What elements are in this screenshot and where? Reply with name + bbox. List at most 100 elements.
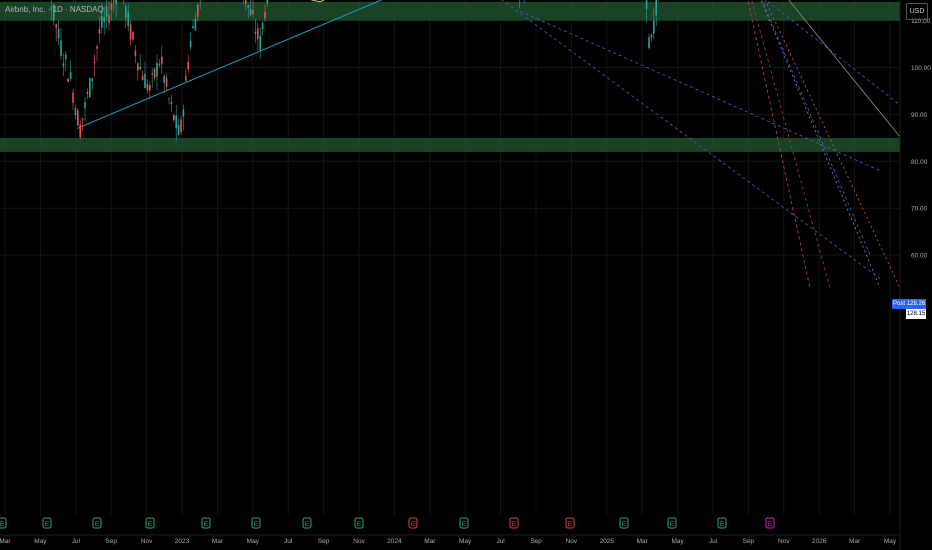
candle-body: [185, 76, 187, 81]
candle-body: [264, 11, 266, 19]
candle-body: [180, 119, 182, 133]
earnings-label: E: [95, 521, 100, 528]
earnings-label: E: [45, 521, 50, 528]
earnings-marker: E: [251, 517, 261, 529]
earnings-label: E: [512, 521, 517, 528]
x-tick-label: May: [459, 538, 472, 545]
earnings-marker: E: [92, 517, 102, 529]
y-tick-label: 70.00: [911, 206, 928, 213]
x-tick-label: Jul: [496, 538, 505, 545]
earnings-label: E: [768, 521, 773, 528]
post-market-price: 128.26: [906, 299, 926, 309]
candle-body: [252, 10, 254, 15]
candle-body: [62, 63, 65, 67]
candle-body: [137, 63, 139, 71]
candle-body: [197, 4, 199, 17]
candle-body: [113, 0, 115, 2]
candle-body: [79, 124, 81, 138]
price-chart[interactable]: 60.0070.0080.0090.00100.00110.00120.0013…: [0, 0, 932, 550]
earnings-marker: E: [619, 517, 629, 529]
earnings-marker: E: [0, 517, 7, 529]
x-tick-label: Sep: [530, 538, 542, 545]
candle-body: [151, 73, 153, 75]
fan-line: [788, 0, 921, 162]
x-tick-label: Nov: [566, 538, 578, 545]
candle-body: [161, 56, 163, 64]
earnings-marker: E: [302, 517, 312, 529]
candle-body: [165, 78, 168, 87]
x-tick-label: Nov: [778, 538, 790, 545]
candle-body: [72, 92, 74, 103]
candle-body: [149, 85, 151, 91]
earnings-label: E: [148, 521, 153, 528]
y-tick-label: 90.00: [911, 112, 928, 119]
candle-body: [266, 0, 269, 4]
candle-body: [74, 108, 77, 115]
x-tick-label: Jul: [72, 538, 81, 545]
x-tick-label: Jul: [284, 538, 293, 545]
candle-body: [249, 8, 252, 15]
price-axis: [900, 0, 932, 550]
earnings-label: E: [622, 521, 627, 528]
candle-body: [125, 6, 127, 18]
x-tick-label: Sep: [105, 538, 117, 545]
candle-body: [192, 26, 194, 28]
candle-body: [127, 11, 129, 27]
earnings-marker: E: [565, 517, 575, 529]
candle-body: [648, 37, 650, 49]
earnings-marker: E: [408, 517, 418, 529]
earnings-marker: E: [201, 517, 211, 529]
x-tick-label: Nov: [353, 538, 365, 545]
earnings-label: E: [568, 521, 573, 528]
candle-body: [139, 66, 141, 69]
candle-body: [163, 75, 165, 84]
earnings-label: E: [720, 521, 725, 528]
y-tick-label: 60.00: [911, 253, 928, 260]
candle-body: [132, 31, 134, 40]
candle-body: [168, 98, 170, 100]
x-tick-label: 2026: [812, 538, 827, 545]
candle-body: [245, 0, 247, 4]
candle-body: [189, 40, 192, 48]
x-tick-label: Sep: [743, 538, 755, 545]
earnings-label: E: [204, 521, 209, 528]
earnings-label: E: [305, 521, 310, 528]
candle-body: [141, 75, 144, 81]
x-tick-label: Mar: [212, 538, 224, 545]
candle-body: [182, 109, 185, 117]
candle-body: [653, 20, 655, 34]
x-tick-label: Mar: [424, 538, 436, 545]
x-tick-label: May: [34, 538, 47, 545]
earnings-marker: E: [667, 517, 677, 529]
currency-button[interactable]: USD: [906, 3, 928, 20]
candle-body: [129, 24, 132, 40]
candle-body: [69, 72, 72, 80]
candle-body: [105, 6, 108, 17]
candle-body: [153, 68, 156, 78]
earnings-label: E: [411, 521, 416, 528]
x-tick-label: Mar: [637, 538, 649, 545]
x-tick-label: 2023: [175, 538, 190, 545]
fan-line: [761, 0, 871, 256]
candle-body: [134, 50, 137, 57]
y-tick-label: 80.00: [911, 159, 928, 166]
candle-body: [65, 54, 67, 60]
x-tick-label: Mar: [0, 538, 11, 545]
candle-body: [110, 3, 113, 10]
candle-body: [173, 114, 175, 121]
earnings-label: E: [462, 521, 467, 528]
candle-body: [89, 78, 91, 98]
candle-body: [101, 15, 103, 28]
earnings-marker: E: [145, 517, 155, 529]
x-tick-label: 2025: [600, 538, 615, 545]
x-tick-label: Sep: [318, 538, 330, 545]
x-tick-label: Nov: [141, 538, 153, 545]
candle-body: [55, 24, 57, 28]
candle-body: [170, 101, 173, 104]
earnings-label: E: [0, 521, 5, 528]
candle-body: [257, 28, 259, 39]
candle-body: [650, 34, 653, 38]
x-tick-label: May: [247, 538, 260, 545]
candle-body: [144, 73, 146, 88]
candle-body: [81, 118, 84, 120]
